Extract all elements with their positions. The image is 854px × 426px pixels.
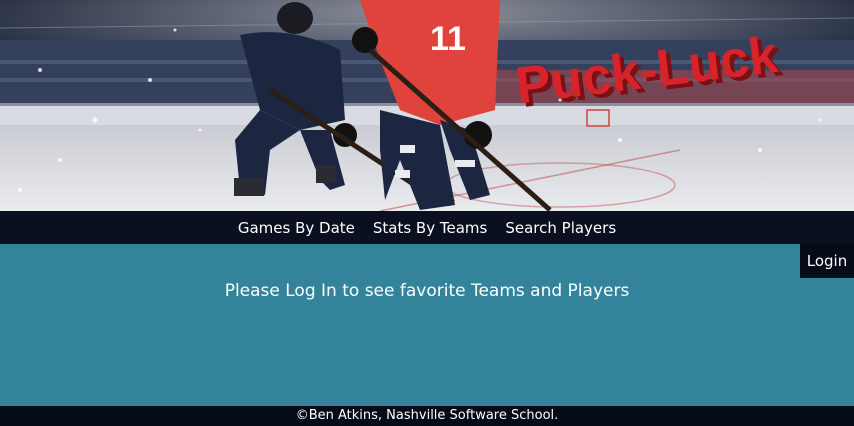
main-content: Login Please Log In to see favorite Team… xyxy=(0,244,854,406)
login-button[interactable]: Login xyxy=(800,244,854,278)
nav-games-by-date[interactable]: Games By Date xyxy=(238,219,355,237)
nav-search-players[interactable]: Search Players xyxy=(505,219,616,237)
nav-stats-by-teams[interactable]: Stats By Teams xyxy=(373,219,487,237)
main-nav: Games By Date Stats By Teams Search Play… xyxy=(0,211,854,244)
hero-banner: 11 Puck-Luck Puck-Luck xyxy=(0,0,854,211)
jersey-number: 11 xyxy=(430,20,466,58)
hockey-arena-image: 11 Puck-Luck Puck-Luck xyxy=(0,0,854,211)
footer-copyright: ©Ben Atkins, Nashville Software School. xyxy=(0,406,854,426)
login-prompt-message: Please Log In to see favorite Teams and … xyxy=(224,281,630,301)
